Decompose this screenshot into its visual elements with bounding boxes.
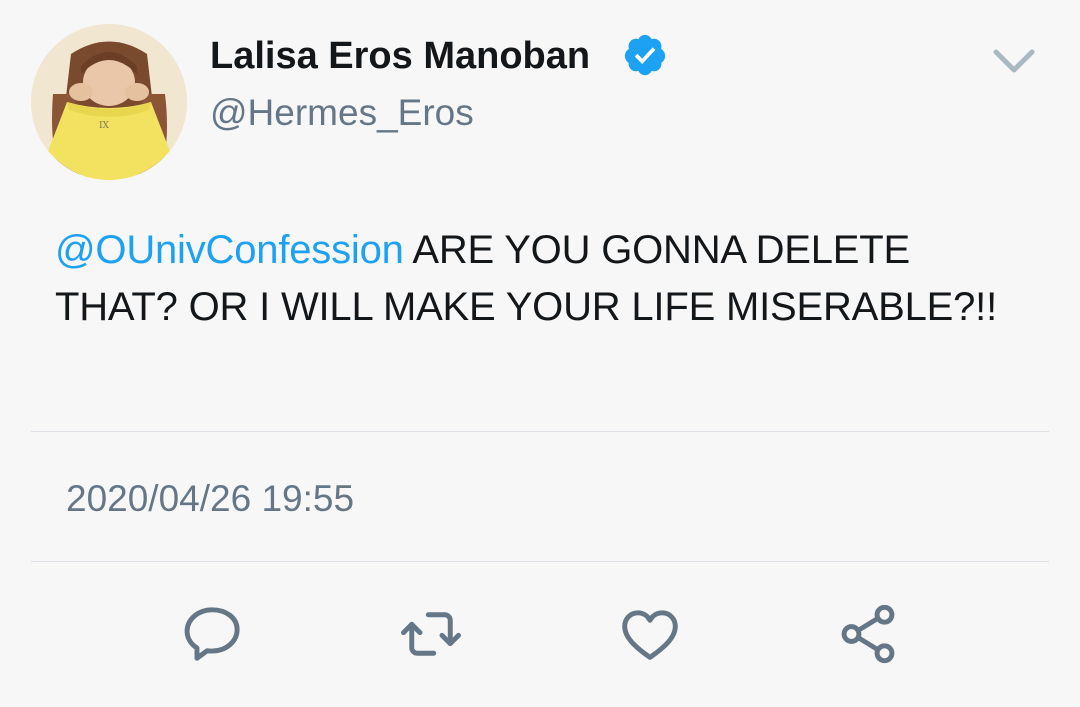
divider — [31, 431, 1049, 432]
mention-link[interactable]: @OUnivConfession — [55, 228, 404, 272]
tweet-card: IX Lalisa Eros Manoban @Hermes_Eros @OUn… — [0, 0, 1080, 707]
profile-photo: IX — [31, 24, 187, 180]
retweet-button[interactable] — [394, 597, 468, 671]
tweet-text: @OUnivConfession ARE YOU GONNA DELETE TH… — [55, 222, 1035, 336]
display-name[interactable]: Lalisa Eros Manoban — [210, 33, 590, 79]
divider — [31, 561, 1049, 562]
heart-icon — [622, 610, 678, 660]
avatar[interactable]: IX — [31, 24, 187, 180]
like-button[interactable] — [613, 597, 687, 671]
verified-badge-icon — [624, 34, 666, 76]
share-button[interactable] — [831, 597, 905, 671]
user-handle[interactable]: @Hermes_Eros — [210, 90, 474, 136]
svg-text:IX: IX — [99, 121, 110, 131]
tweet-timestamp[interactable]: 2020/04/26 19:55 — [66, 476, 354, 522]
reply-button[interactable] — [174, 597, 248, 671]
speech-bubble-icon — [184, 607, 240, 661]
retweet-icon — [401, 612, 461, 656]
share-icon — [841, 604, 895, 664]
chevron-down-icon[interactable] — [990, 44, 1038, 78]
